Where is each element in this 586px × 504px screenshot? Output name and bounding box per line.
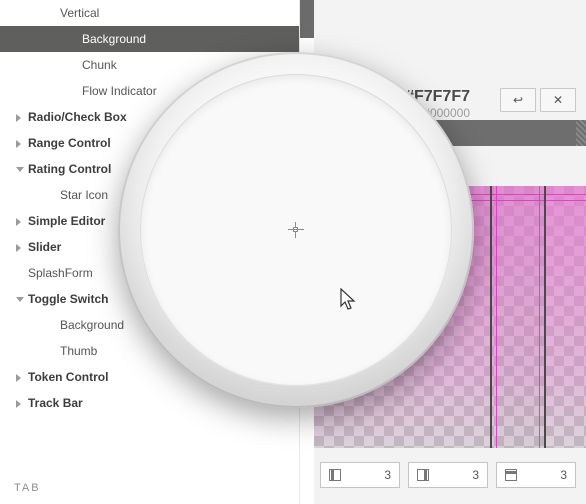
chevron-down-icon[interactable]	[16, 167, 24, 172]
tree-item-label: Vertical	[60, 6, 99, 20]
close-button[interactable]: ✕	[540, 88, 576, 112]
tree-item-label: Token Control	[28, 370, 108, 384]
tree-item-label: Rating Control	[28, 162, 111, 176]
sidebar-scrollbar[interactable]	[300, 0, 314, 38]
margin-stepper[interactable]: 3	[408, 462, 488, 488]
tree-item-label: Range Control	[28, 136, 111, 150]
swatch-primary	[436, 72, 450, 86]
margin-right-icon	[417, 469, 429, 481]
margin-steppers: 3 3 3	[314, 462, 586, 492]
tree-item-label: Chunk	[82, 58, 117, 72]
chevron-down-icon[interactable]	[16, 297, 24, 302]
tree-item[interactable]: Vertical	[0, 0, 299, 26]
margin-value: 3	[384, 468, 391, 482]
chevron-right-icon[interactable]	[16, 244, 21, 252]
tree-item-label: Flow Indicator	[82, 84, 157, 98]
swatch-secondary	[456, 72, 470, 86]
margin-stepper[interactable]: 3	[496, 462, 576, 488]
app-root: Vertical Background Chunk Flow Indicator Rad…	[0, 0, 586, 504]
tree-item-label: Toggle Switch	[28, 292, 108, 306]
chevron-right-icon[interactable]	[16, 140, 21, 148]
margin-stepper[interactable]: 3	[320, 462, 400, 488]
tree-item-label: Track Bar	[28, 396, 83, 410]
tree-item-label: Background	[60, 318, 124, 332]
tree-item-label: Background	[82, 32, 146, 46]
undo-icon: ↩	[513, 93, 523, 107]
ribbon-grip-icon[interactable]	[576, 120, 586, 146]
tree-item-label: Star Icon	[60, 188, 108, 202]
crosshair-icon	[288, 222, 304, 238]
tree-item-label: Thumb	[60, 344, 97, 358]
tab-footer-label: TAB	[14, 482, 41, 494]
tree-item-label: Simple Editor	[28, 214, 105, 228]
tree-item-label: Slider	[28, 240, 61, 254]
margin-value: 3	[472, 468, 479, 482]
tree-item[interactable]: Background	[0, 26, 299, 52]
slice-guide-column[interactable]	[490, 186, 546, 448]
mouse-cursor-icon	[340, 288, 358, 312]
chevron-right-icon[interactable]	[16, 218, 21, 226]
chevron-right-icon[interactable]	[16, 114, 21, 122]
tree-item-label: Radio/Check Box	[28, 110, 127, 124]
undo-button[interactable]: ↩	[500, 88, 536, 112]
margin-value: 3	[560, 468, 567, 482]
chevron-right-icon[interactable]	[16, 400, 21, 408]
toolbar: ↩ ✕	[500, 88, 576, 112]
chevron-right-icon[interactable]	[16, 374, 21, 382]
margin-top-icon	[505, 469, 517, 481]
margin-left-icon	[329, 469, 341, 481]
tree-item-label: SplashForm	[28, 266, 93, 280]
color-picker-loupe[interactable]	[118, 52, 474, 408]
close-icon: ✕	[553, 93, 563, 107]
